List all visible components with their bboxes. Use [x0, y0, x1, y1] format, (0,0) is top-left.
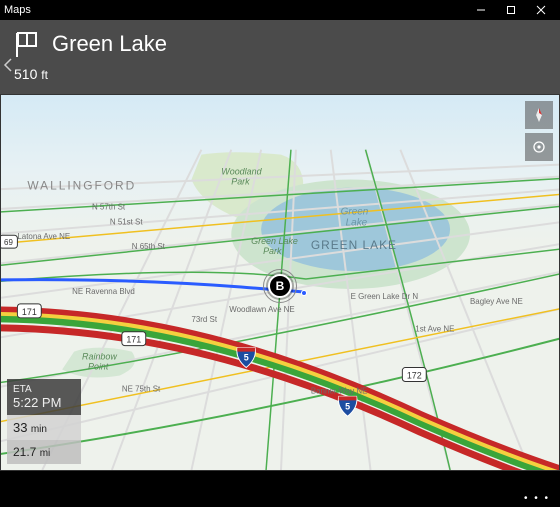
svg-text:N 65th St: N 65th St	[132, 242, 166, 251]
locate-me-button[interactable]	[525, 133, 553, 161]
shield-172: 172	[402, 368, 426, 382]
svg-text:N 57th St: N 57th St	[92, 202, 126, 211]
back-button[interactable]	[2, 58, 16, 72]
svg-text:Woodlawn Ave NE: Woodlawn Ave NE	[229, 305, 294, 314]
svg-text:171: 171	[22, 307, 37, 317]
svg-text:172: 172	[407, 370, 422, 380]
navigation-banner: Green Lake 510 ft	[0, 20, 560, 94]
destination-pin[interactable]: B	[268, 274, 292, 298]
more-icon: • • •	[524, 496, 550, 502]
minimize-icon	[476, 5, 486, 15]
destination-name: Green Lake	[52, 31, 167, 57]
svg-text:5: 5	[244, 353, 249, 363]
window-titlebar: Maps	[0, 0, 560, 20]
svg-text:NE 75th St: NE 75th St	[122, 384, 161, 393]
next-turn-distance: 510 ft	[14, 66, 548, 82]
svg-text:Banner Way NE: Banner Way NE	[311, 386, 368, 395]
compass-button[interactable]	[525, 101, 553, 129]
shield-171b: 171	[122, 332, 146, 346]
svg-text:73rd St: 73rd St	[191, 315, 217, 324]
maximize-icon	[506, 5, 516, 15]
trip-stats-panel: ETA 5:22 PM 33 min 21.7 mi	[7, 379, 81, 464]
svg-text:Latona Ave NE: Latona Ave NE	[17, 232, 70, 241]
district-label: WALLINGFORD	[27, 178, 136, 192]
svg-text:GREEN LAKE: GREEN LAKE	[311, 238, 397, 252]
close-icon	[536, 5, 546, 15]
svg-text:5: 5	[345, 401, 350, 411]
window-minimize-button[interactable]	[466, 0, 496, 20]
duration-row: 33 min	[7, 415, 81, 440]
window-maximize-button[interactable]	[496, 0, 526, 20]
eta-row: ETA 5:22 PM	[7, 379, 81, 415]
map-viewport[interactable]: WALLINGFORD N 57th St N 51st St N 65th S…	[0, 94, 560, 471]
svg-text:1st Ave NE: 1st Ave NE	[415, 325, 454, 334]
locate-icon	[531, 139, 547, 155]
shield-171: 171	[17, 304, 41, 318]
svg-text:171: 171	[126, 335, 141, 345]
window-title: Maps	[4, 4, 466, 16]
svg-text:Bagley Ave NE: Bagley Ave NE	[470, 297, 523, 306]
destination-flag-icon	[12, 30, 40, 58]
svg-text:GreenLake: GreenLake	[341, 206, 369, 228]
svg-text:NE Ravenna Blvd: NE Ravenna Blvd	[72, 287, 135, 296]
app-command-bar[interactable]: • • •	[0, 491, 560, 507]
svg-text:N 51st St: N 51st St	[110, 217, 143, 226]
shield-i5-b: 5	[338, 396, 357, 416]
route-endpoint-dot	[301, 290, 307, 296]
compass-icon	[531, 107, 547, 123]
window-close-button[interactable]	[526, 0, 556, 20]
svg-text:E Green Lake Dr N: E Green Lake Dr N	[351, 292, 419, 301]
svg-text:69: 69	[4, 238, 13, 247]
shield-69: 69	[1, 235, 17, 248]
trip-distance-row: 21.7 mi	[7, 440, 81, 464]
